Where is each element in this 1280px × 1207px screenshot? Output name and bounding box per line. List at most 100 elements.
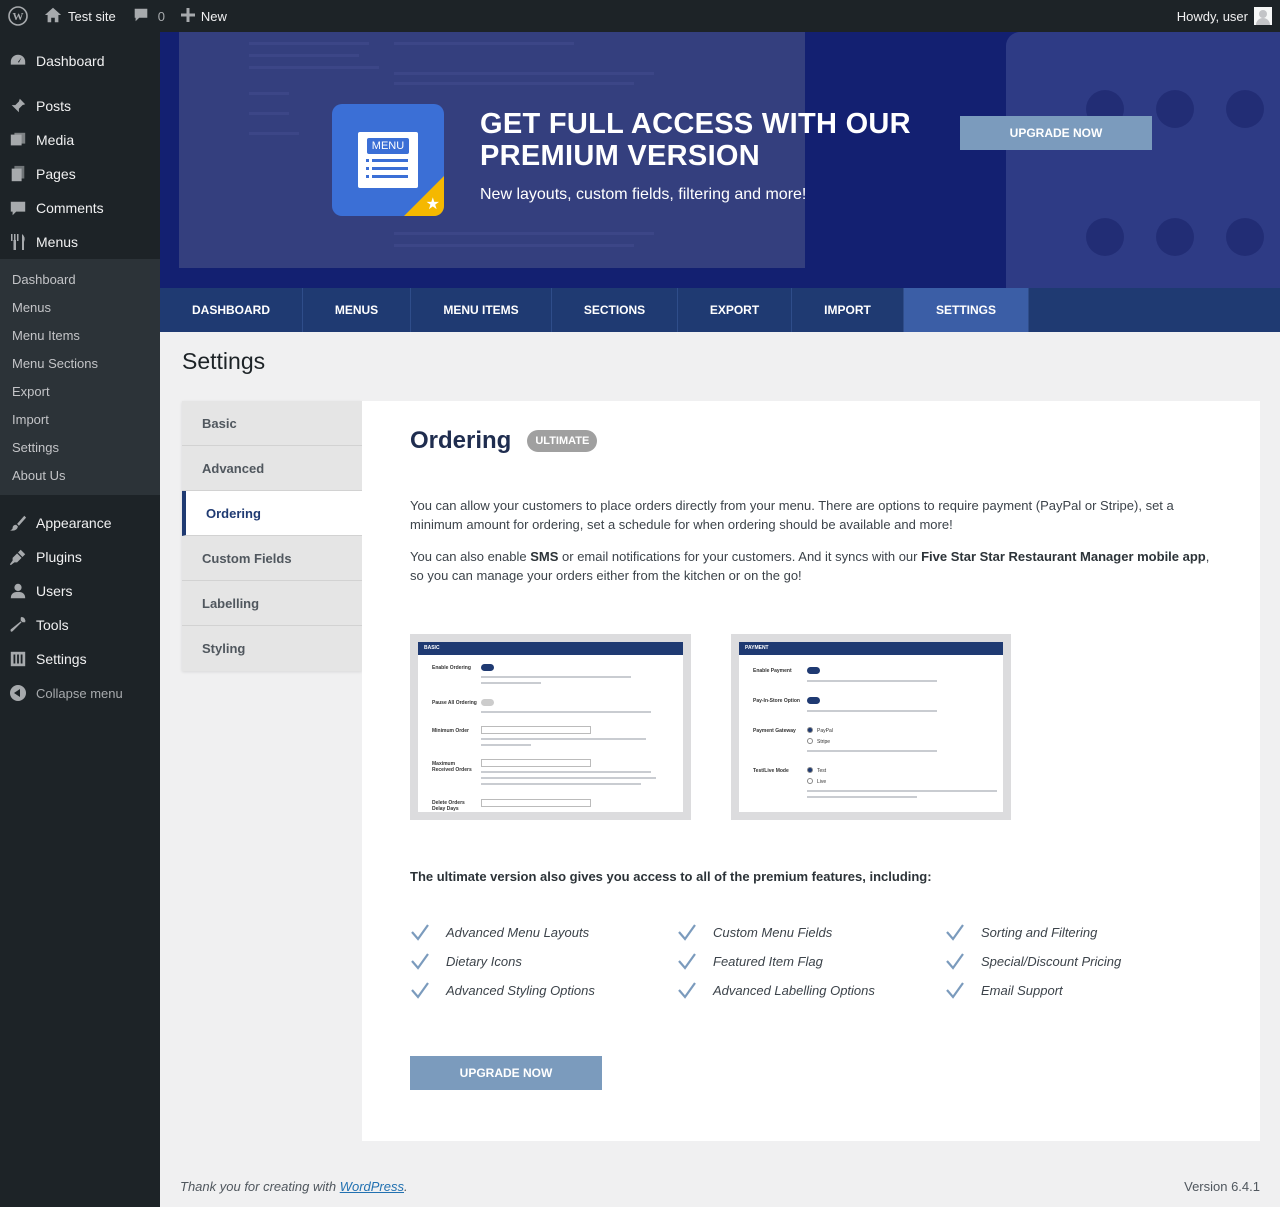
submenu-item-menu-items[interactable]: Menu Items (0, 321, 160, 349)
submenu-item-import[interactable]: Import (0, 405, 160, 433)
radio-selected (807, 727, 813, 733)
menu-plugin-logo: MENU ★ (332, 104, 444, 216)
sidebar-item-label: Plugins (36, 549, 82, 565)
tab-import[interactable]: IMPORT (792, 288, 904, 332)
feature-label: Featured Item Flag (713, 953, 823, 969)
new-label: New (200, 8, 227, 24)
sidebar-item-media[interactable]: Media (0, 123, 160, 157)
shot-option: Live (817, 779, 827, 785)
comments-count: 0 (157, 8, 165, 24)
site-name-link[interactable]: Test site (36, 0, 124, 32)
shot-label: Maximum Received Orders (432, 761, 472, 773)
shot-label: Payment Gateway (753, 728, 796, 734)
user-icon (8, 581, 28, 601)
sidebar-item-pages[interactable]: Pages (0, 157, 160, 191)
sidebar-item-tools[interactable]: Tools (0, 608, 160, 642)
shot-label: Enable Payment (753, 668, 792, 674)
shot-label: Pause All Ordering (432, 700, 477, 706)
settings-tab-ordering[interactable]: Ordering (182, 491, 362, 536)
toggle-on (481, 664, 494, 671)
feature-label: Dietary Icons (446, 953, 522, 969)
shot-label: Test/Live Mode (753, 768, 789, 774)
settings-tab-basic[interactable]: Basic (182, 401, 362, 446)
tab-settings[interactable]: SETTINGS (904, 288, 1029, 332)
settings-tab-advanced[interactable]: Advanced (182, 446, 362, 491)
avatar (1254, 7, 1272, 25)
banner-headline: GET FULL ACCESS WITH OUR PREMIUM VERSION (480, 108, 911, 172)
plugin-icon (8, 547, 28, 567)
check-icon (410, 922, 430, 942)
sidebar-item-label: Users (36, 583, 73, 599)
footer-thanks: Thank you for creating with WordPress. (180, 1179, 408, 1194)
feature-label: Advanced Styling Options (446, 982, 595, 998)
toggle-on (807, 667, 820, 674)
tab-menus[interactable]: MENUS (303, 288, 411, 332)
media-icon (8, 130, 28, 150)
footer-thanks-period: . (404, 1179, 408, 1194)
submenu-item-menus[interactable]: Menus (0, 293, 160, 321)
feature-item: Special/Discount Pricing (945, 951, 1121, 971)
premium-banner: MENU ★ GET FULL ACCESS WITH OUR PREMIUM … (160, 32, 1280, 288)
sidebar-item-dashboard[interactable]: Dashboard (0, 44, 160, 78)
settings-tab-styling[interactable]: Styling (182, 626, 362, 671)
collapse-menu-button[interactable]: Collapse menu (0, 676, 160, 710)
new-content-link[interactable]: New (173, 0, 235, 32)
tab-menu-items[interactable]: MENU ITEMS (411, 288, 552, 332)
submenu-item-export[interactable]: Export (0, 377, 160, 405)
shot-label: Minimum Order (432, 728, 469, 734)
payment-settings-screenshot: PAYMENT Enable Payment Pay-In-Store Opti… (731, 634, 1011, 820)
submenu-item-about-us[interactable]: About Us (0, 461, 160, 489)
settings-tab-custom-fields[interactable]: Custom Fields (182, 536, 362, 581)
radio-selected (807, 767, 813, 773)
submenu-item-settings[interactable]: Settings (0, 433, 160, 461)
para2-text-a: You can also enable (410, 549, 531, 564)
collapse-arrow-icon (10, 685, 26, 701)
check-icon (945, 980, 965, 1000)
panel-upgrade-button[interactable]: UPGRADE NOW (410, 1056, 602, 1090)
tab-export[interactable]: EXPORT (678, 288, 792, 332)
feature-label: Advanced Labelling Options (713, 982, 875, 998)
admin-bar: W Test site 0 New Howdy, user (0, 0, 1280, 32)
my-account[interactable]: Howdy, user (1177, 7, 1280, 25)
para2-text-b: or email notifications for your customer… (558, 549, 922, 564)
page-title: Settings (182, 348, 266, 374)
tab-sections[interactable]: SECTIONS (552, 288, 678, 332)
check-icon (410, 980, 430, 1000)
shot-label: Pay-In-Store Option (753, 698, 800, 704)
tab-dashboard[interactable]: DASHBOARD (160, 288, 303, 332)
collapse-menu-label: Collapse menu (36, 685, 123, 701)
panel-heading: Ordering (410, 427, 512, 454)
shot-option: Stripe (817, 739, 831, 745)
sidebar-item-comments[interactable]: Comments (0, 191, 160, 225)
ordering-notifications-text: You can also enable SMS or email notific… (410, 547, 1220, 585)
sidebar-item-label: Appearance (36, 515, 112, 531)
feature-label: Special/Discount Pricing (981, 953, 1122, 969)
star-icon: ★ (425, 196, 440, 213)
submenu-item-menu-sections[interactable]: Menu Sections (0, 349, 160, 377)
sidebar-item-settings[interactable]: Settings (0, 642, 160, 676)
wordpress-link[interactable]: WordPress (340, 1179, 404, 1194)
sidebar-item-plugins[interactable]: Plugins (0, 540, 160, 574)
dashboard-icon (8, 51, 28, 71)
comments-link[interactable]: 0 (124, 0, 173, 32)
shot-title: BASIC (418, 642, 683, 655)
pin-icon (8, 96, 28, 116)
sidebar-item-appearance[interactable]: Appearance (0, 506, 160, 540)
submenu-item-dashboard[interactable]: Dashboard (0, 265, 160, 293)
wordpress-logo-icon[interactable]: W (0, 0, 36, 32)
shot-option: Test (817, 768, 827, 774)
feature-item: Email Support (945, 980, 1063, 1000)
sms-text: SMS (530, 549, 559, 564)
check-icon (945, 922, 965, 942)
sidebar-item-posts[interactable]: Posts (0, 89, 160, 123)
settings-tab-labelling[interactable]: Labelling (182, 581, 362, 626)
sidebar-item-users[interactable]: Users (0, 574, 160, 608)
plus-icon (180, 7, 195, 25)
sidebar-item-menus[interactable]: Menus (0, 225, 160, 259)
fork-knife-icon (8, 232, 28, 252)
wrench-icon (8, 615, 28, 635)
feature-item: Advanced Menu Layouts (410, 922, 589, 942)
sidebar-item-label: Pages (36, 166, 76, 182)
banner-upgrade-button[interactable]: UPGRADE NOW (960, 116, 1152, 150)
ordering-description: You can allow your customers to place or… (410, 498, 1174, 532)
